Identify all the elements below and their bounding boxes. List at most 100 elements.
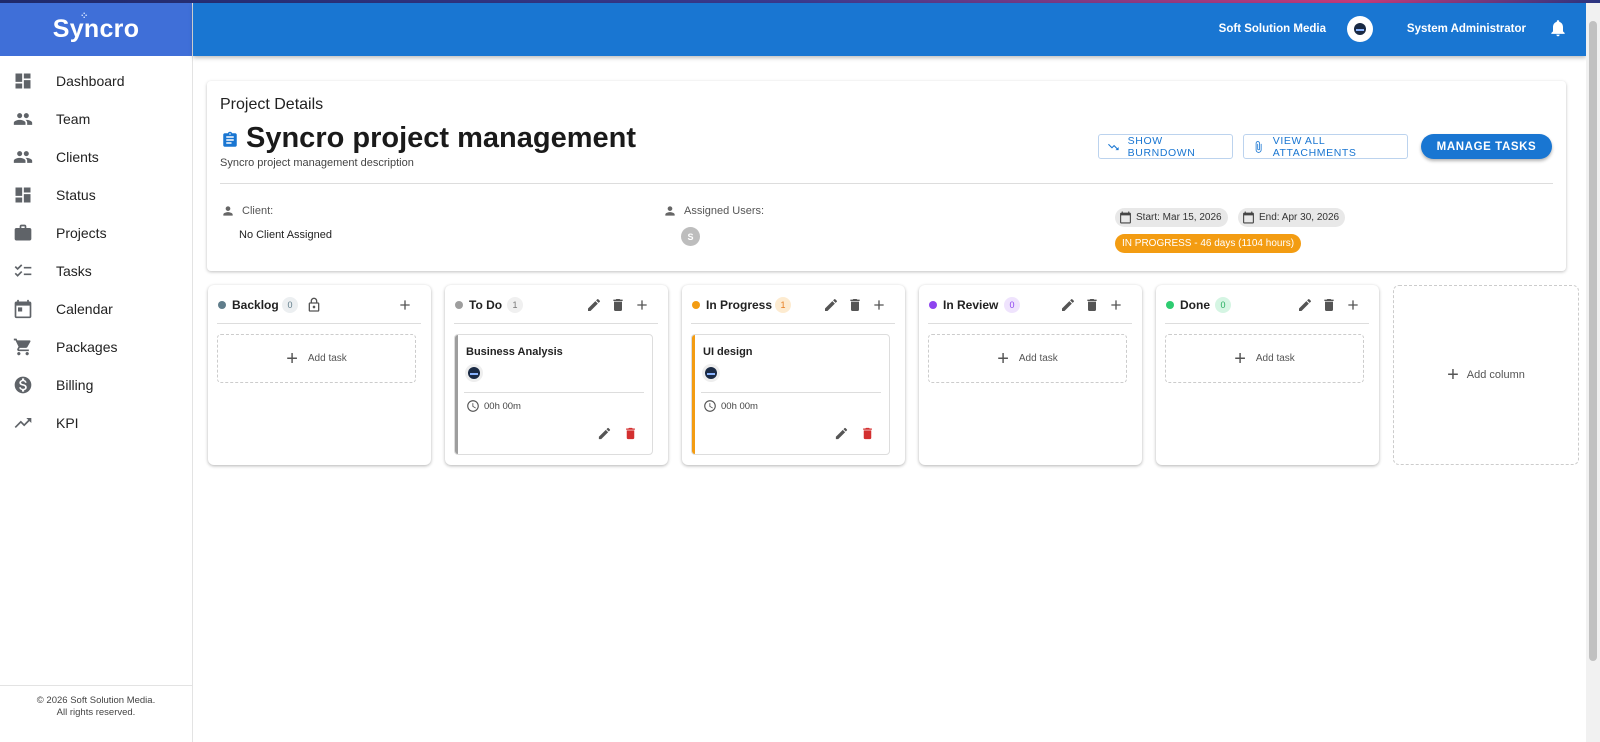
sidebar: ⁘ Syncro Dashboard Team Clients Status P… [0,3,193,742]
people-icon [12,108,34,130]
delete-task-icon[interactable] [860,426,875,441]
user-avatar[interactable] [1347,16,1373,42]
add-task-plus-icon[interactable] [1108,297,1124,313]
column-count-badge: 1 [775,297,791,313]
project-details-card: Project Details Syncro project managemen… [207,81,1566,271]
delete-column-icon[interactable] [1084,297,1100,313]
column-color-dot [218,301,226,309]
task-title: Business Analysis [466,346,563,358]
dashboard-icon [12,70,34,92]
sidebar-item-dashboard[interactable]: Dashboard [0,62,192,100]
task-card[interactable]: UI design 00h 00m [691,334,890,455]
manage-tasks-button[interactable]: MANAGE TASKS [1421,134,1552,159]
edit-column-icon[interactable] [823,297,839,313]
sidebar-item-label: Dashboard [56,73,125,89]
clock-icon [703,399,717,413]
sidebar-item-label: Packages [56,339,118,355]
add-task-button[interactable]: + Add task [928,334,1127,383]
board-column-in-review: In Review 0 + Add task [919,285,1142,465]
add-task-button[interactable]: + Add task [217,334,416,383]
sidebar-item-status[interactable]: Status [0,176,192,214]
rights-text: All rights reserved. [56,707,136,718]
board-column-done: Done 0 + Add task [1156,285,1379,465]
task-color-bar [692,335,695,454]
delete-column-icon[interactable] [1321,297,1337,313]
project-title: Syncro project management [246,122,636,154]
end-date-chip: End: Apr 30, 2026 [1238,208,1346,227]
column-color-dot [692,301,700,309]
task-divider [701,392,881,393]
scrollbar-thumb[interactable] [1589,21,1597,661]
edit-task-icon[interactable] [597,426,612,441]
column-count-badge: 1 [507,297,523,313]
task-title: UI design [703,346,753,358]
edit-column-icon[interactable] [586,297,602,313]
assigned-user-avatar[interactable]: S [681,227,700,246]
show-burndown-label: SHOW BURNDOWN [1127,134,1196,159]
edit-column-icon[interactable] [1297,297,1313,313]
person-icon [221,204,235,218]
add-task-button[interactable]: + Add task [1165,334,1364,383]
cart-icon [12,336,34,358]
show-burndown-button[interactable]: SHOW BURNDOWN [1098,134,1233,159]
sidebar-item-projects[interactable]: Projects [0,214,192,252]
column-color-dot [929,301,937,309]
sidebar-item-label: Clients [56,149,99,165]
main-content: Project Details Syncro project managemen… [193,56,1586,742]
plus-icon: + [1447,363,1459,386]
edit-column-icon[interactable] [1060,297,1076,313]
sidebar-item-clients[interactable]: Clients [0,138,192,176]
add-task-plus-icon[interactable] [397,297,413,313]
clock-icon [466,399,480,413]
people-icon [12,146,34,168]
add-task-plus-icon[interactable] [871,297,887,313]
start-date-chip: Start: Mar 15, 2026 [1115,208,1228,227]
edit-task-icon[interactable] [834,426,849,441]
column-title: Done [1180,298,1210,312]
sidebar-item-label: Projects [56,225,107,241]
client-label: Client: [242,205,274,217]
add-column-button[interactable]: + Add column [1393,285,1579,465]
column-header-divider [217,323,421,324]
column-header-divider [928,323,1132,324]
copyright-text: © 2026 Soft Solution Media. [36,695,156,706]
sidebar-item-billing[interactable]: Billing [0,366,192,404]
user-avatar-logo-icon [1354,23,1366,35]
delete-task-icon[interactable] [623,426,638,441]
top-app-bar: Soft Solution Media System Administrator [193,3,1586,56]
attachment-icon [1255,140,1262,153]
sidebar-item-calendar[interactable]: Calendar [0,290,192,328]
board-column-in-progress: In Progress 1 UI design 00h 00m [682,285,905,465]
sidebar-nav: Dashboard Team Clients Status Projects T… [0,62,192,442]
task-assignee-avatar[interactable] [702,364,720,382]
client-value: No Client Assigned [239,229,332,241]
user-name[interactable]: System Administrator [1407,23,1526,35]
briefcase-icon [12,222,34,244]
delete-column-icon[interactable] [610,297,626,313]
plus-icon: + [1234,347,1246,370]
column-title: In Review [943,298,999,312]
view-attachments-label: VIEW ALL ATTACHMENTS [1272,134,1357,159]
calendar-icon [12,298,34,320]
task-time: 00h 00m [484,401,521,412]
task-card[interactable]: Business Analysis 00h 00m [454,334,653,455]
notifications-bell-icon[interactable] [1548,18,1568,38]
view-attachments-button[interactable]: VIEW ALL ATTACHMENTS [1243,134,1408,159]
assigned-users-label: Assigned Users: [684,205,765,217]
lock-icon[interactable] [306,297,322,313]
page-scrollbar[interactable] [1586,3,1600,742]
delete-column-icon[interactable] [847,297,863,313]
column-header-divider [1165,323,1369,324]
sidebar-item-tasks[interactable]: Tasks [0,252,192,290]
column-title: Backlog [232,298,279,312]
add-task-plus-icon[interactable] [1345,297,1361,313]
column-count-badge: 0 [1215,297,1231,313]
add-task-plus-icon[interactable] [634,297,650,313]
sidebar-item-packages[interactable]: Packages [0,328,192,366]
app-logo[interactable]: ⁘ Syncro [0,3,192,56]
sidebar-item-kpi[interactable]: KPI [0,404,192,442]
sidebar-item-team[interactable]: Team [0,100,192,138]
person-icon [663,204,677,218]
column-header-divider [454,323,658,324]
task-assignee-avatar[interactable] [465,364,483,382]
